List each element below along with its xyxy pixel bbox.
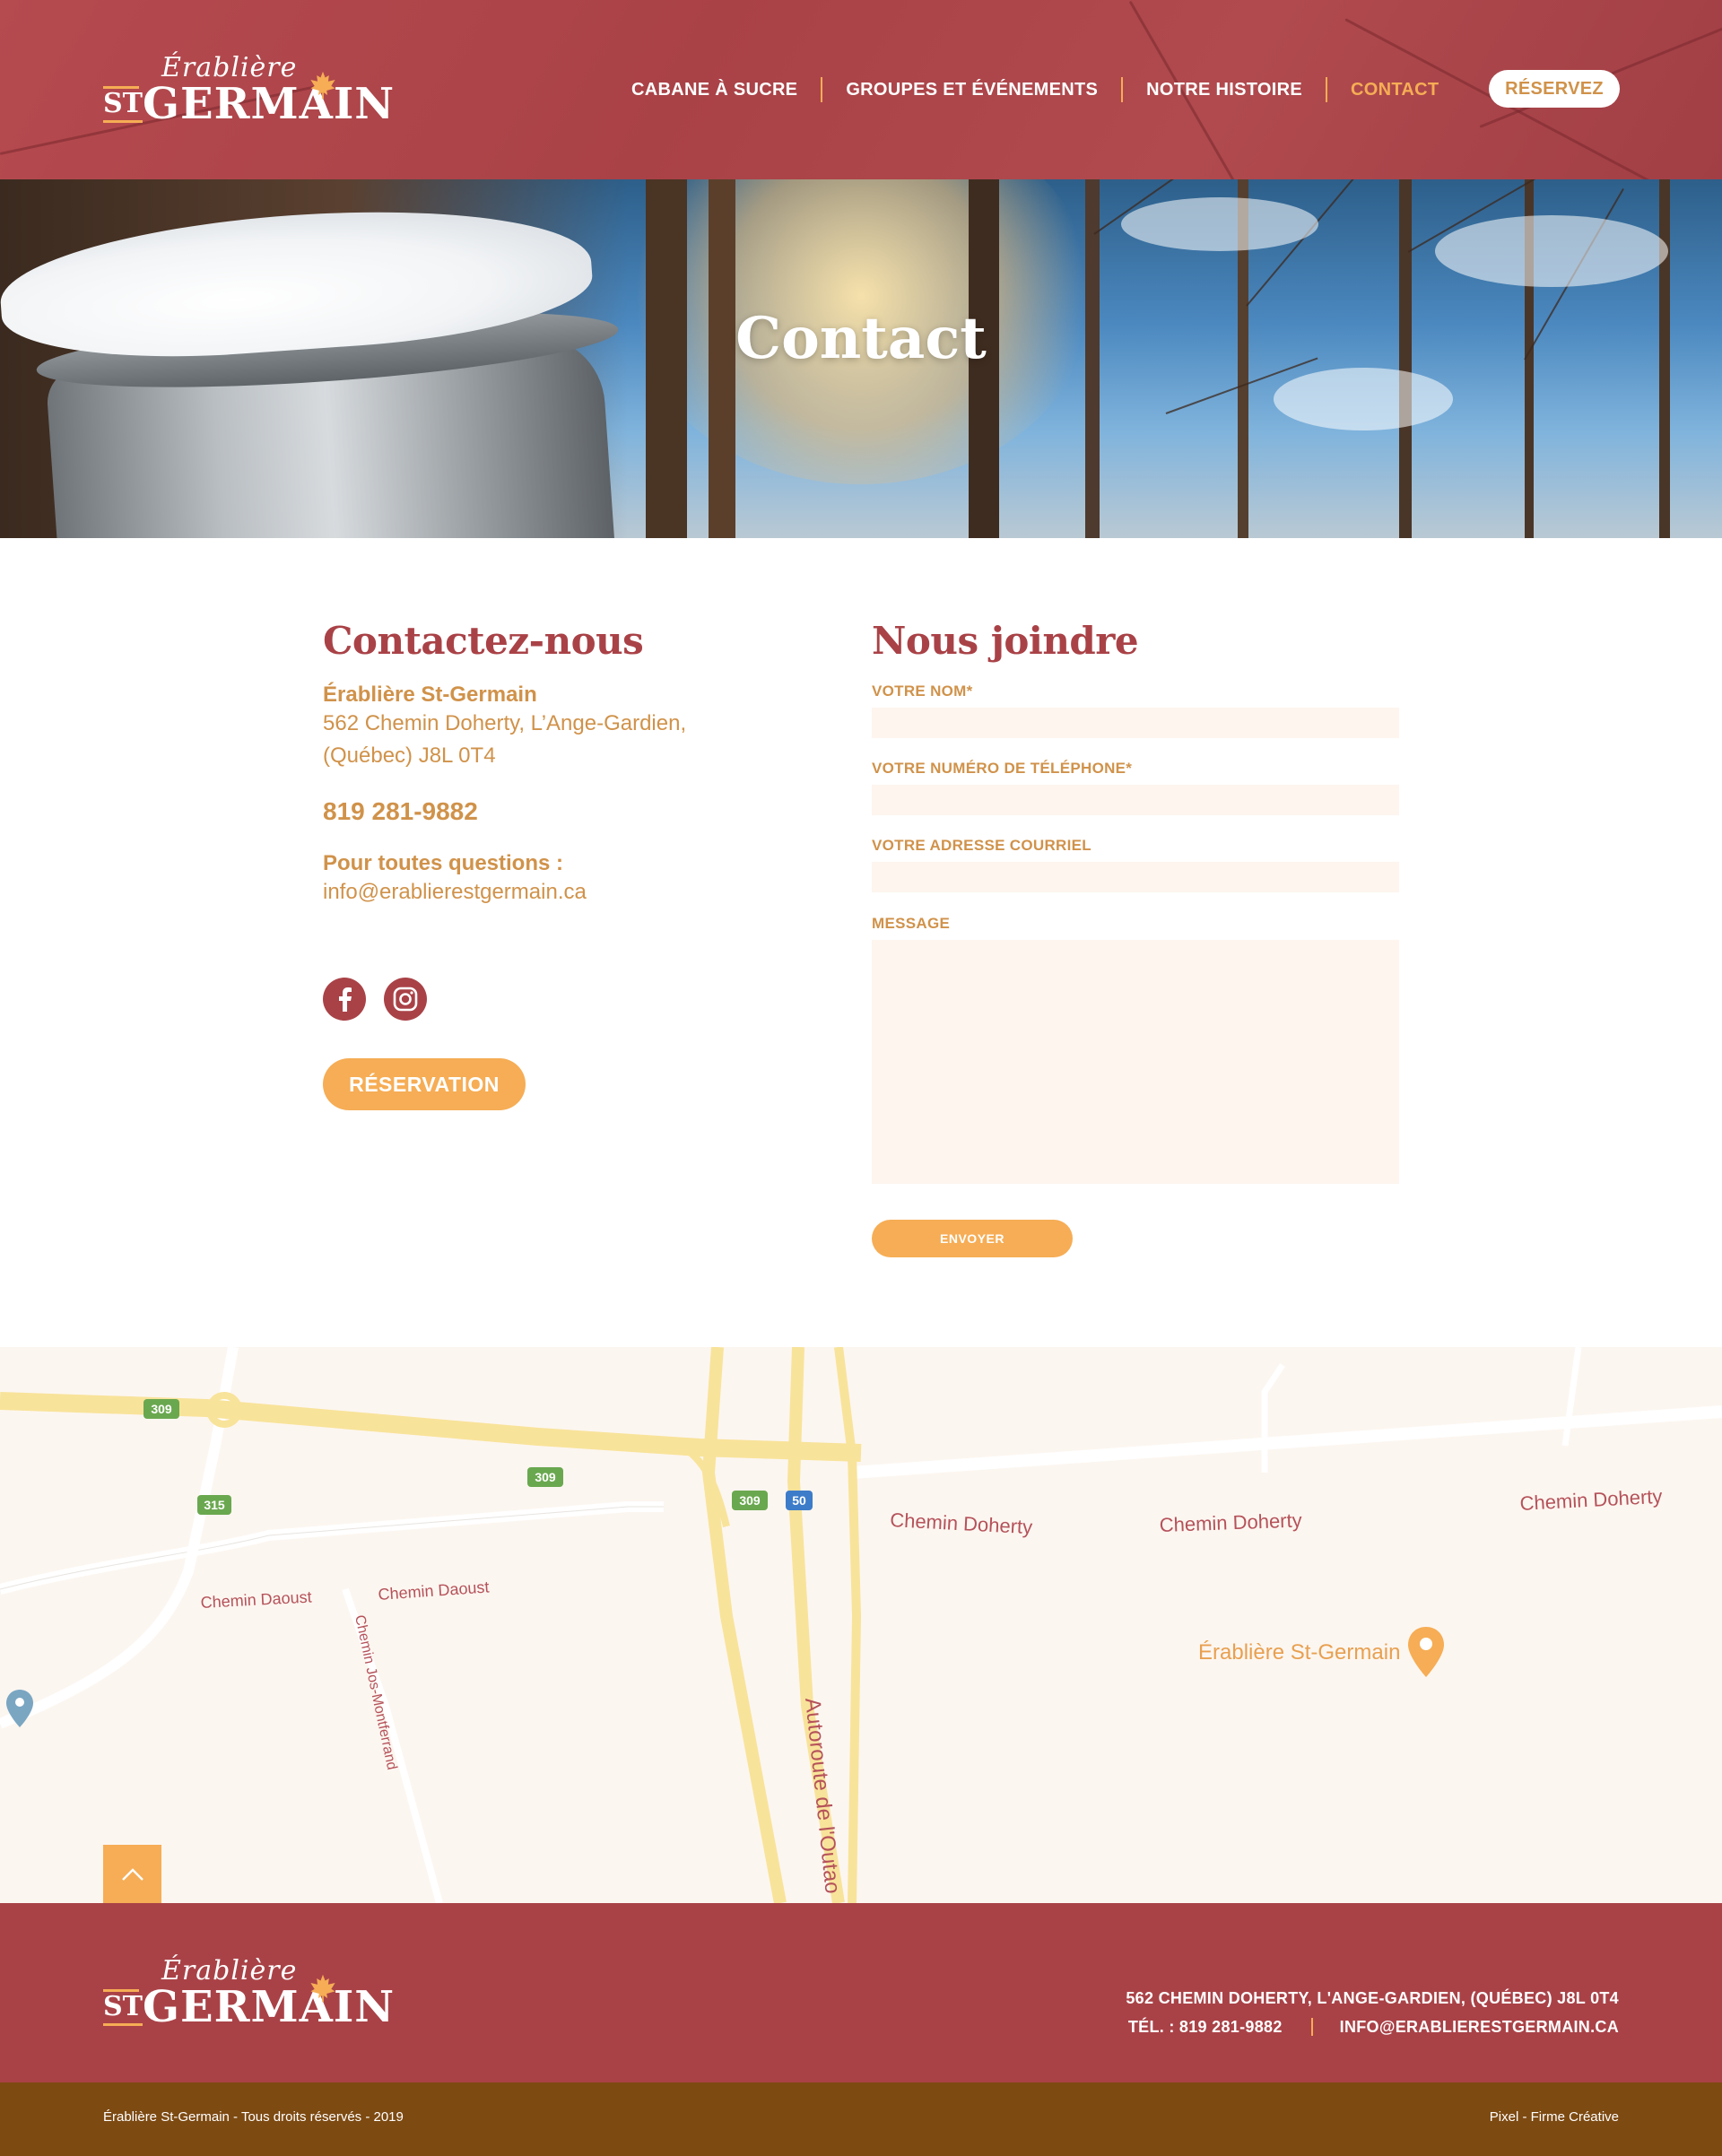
chevron-up-icon: [121, 1867, 144, 1881]
site-logo[interactable]: Érablière ST GERMAIN: [103, 52, 394, 133]
instagram-icon[interactable]: [384, 978, 427, 1021]
location-map[interactable]: 309 309 309 315 50 Chemin Doherty Chemin…: [0, 1347, 1722, 1903]
facebook-icon[interactable]: [323, 978, 366, 1021]
address-line-2: (Québec) J8L 0T4: [323, 743, 496, 768]
contact-form: Nous joindre VOTRE NOM* VOTRE NUMÉRO DE …: [872, 619, 1399, 1187]
company-name: Érablière St-Germain: [323, 682, 537, 707]
nav-separator: [1121, 77, 1124, 102]
footer-separator: [1310, 2018, 1313, 2036]
map-label-autoroute: Autoroute de l'Outao: [800, 1697, 845, 1895]
nav-separator: [821, 77, 823, 102]
route-309-shield: 309: [527, 1467, 563, 1487]
site-footer: Érablière ST GERMAIN 562 CHEMIN DOHERTY,…: [0, 1903, 1722, 2082]
route-315-shield: 315: [197, 1495, 231, 1515]
phone-input[interactable]: [872, 785, 1399, 815]
email-link[interactable]: info@erablierestgermain.ca: [323, 880, 789, 905]
route-309-shield: 309: [144, 1399, 179, 1419]
phone-number[interactable]: 819 281-9882: [323, 797, 789, 826]
footer-address: 562 CHEMIN DOHERTY, L'ANGE-GARDIEN, (QUÉ…: [1126, 1989, 1619, 2007]
map-label-daoust: Chemin Daoust: [200, 1588, 312, 1612]
copyright-text: Érablière St-Germain - Tous droits réser…: [103, 2109, 404, 2125]
map-canvas[interactable]: 309 309 309 315 50 Chemin Doherty Chemin…: [0, 1347, 1722, 1903]
map-pin-icon[interactable]: [1408, 1627, 1444, 1677]
svg-text:309: 309: [151, 1402, 172, 1416]
email-label: VOTRE ADRESSE COURRIEL: [872, 837, 1091, 854]
footer-phone[interactable]: TÉL. : 819 281-9882: [1128, 2013, 1283, 2041]
map-label-montferrand: Chemin Jos-Montferrand: [352, 1613, 399, 1771]
maple-leaf-icon: [310, 1974, 335, 2003]
address-line-1: 562 Chemin Doherty, L’Ange-Gardien,: [323, 711, 687, 735]
svg-text:315: 315: [204, 1498, 225, 1512]
site-header: Érablière ST GERMAIN CABANE À SUCRE GROU…: [0, 0, 1722, 179]
frost: [1274, 368, 1453, 430]
frost: [1121, 197, 1318, 251]
page-title: Contact: [735, 305, 987, 372]
map-label-place: Érablière St-Germain: [1198, 1640, 1400, 1665]
agency-credit-link[interactable]: Pixel - Firme Créative: [1490, 2109, 1619, 2125]
footer-email[interactable]: INFO@ERABLIERESTGERMAIN.CA: [1340, 2013, 1619, 2041]
logo-name-text: GERMAIN: [143, 79, 396, 129]
hero-banner: Contact: [0, 179, 1722, 538]
map-label-doherty: Chemin Doherty: [1159, 1508, 1302, 1536]
main-nav: CABANE À SUCRE GROUPES ET ÉVÉNEMENTS NOT…: [631, 75, 1439, 104]
svg-text:50: 50: [792, 1493, 806, 1508]
logo-name-text: GERMAIN: [143, 1982, 396, 2032]
email-input[interactable]: [872, 862, 1399, 892]
route-309-shield: 309: [732, 1491, 768, 1510]
svg-text:309: 309: [739, 1493, 761, 1508]
name-input[interactable]: [872, 708, 1399, 738]
footer-logo[interactable]: Érablière ST GERMAIN: [103, 1955, 394, 2036]
send-button[interactable]: ENVOYER: [872, 1220, 1073, 1257]
message-textarea[interactable]: [872, 940, 1399, 1184]
message-label: MESSAGE: [872, 915, 951, 932]
footer-contact-info: 562 CHEMIN DOHERTY, L'ANGE-GARDIEN, (QUÉ…: [1126, 1984, 1619, 2041]
logo-st-text: ST: [103, 1993, 143, 2026]
copyright-bar: Érablière St-Germain - Tous droits réser…: [0, 2082, 1722, 2156]
nav-contact[interactable]: CONTACT: [1351, 80, 1439, 100]
reservation-button[interactable]: RÉSERVATION: [323, 1058, 526, 1110]
questions-label: Pour toutes questions :: [323, 851, 564, 875]
svg-text:309: 309: [535, 1470, 556, 1484]
name-label: VOTRE NOM*: [872, 682, 973, 700]
frost: [1435, 215, 1668, 287]
autoroute-50-shield: 50: [786, 1491, 813, 1510]
form-heading: Nous joindre: [872, 619, 1139, 663]
map-label-daoust: Chemin Daoust: [378, 1578, 490, 1604]
map-label-doherty: Chemin Doherty: [1519, 1485, 1663, 1515]
nav-cabane[interactable]: CABANE À SUCRE: [631, 80, 797, 100]
nav-separator: [1325, 77, 1327, 102]
maple-leaf-icon: [310, 71, 335, 100]
nav-histoire[interactable]: NOTRE HISTOIRE: [1146, 80, 1302, 100]
map-label-doherty: Chemin Doherty: [890, 1508, 1033, 1538]
reserve-button[interactable]: RÉSERVEZ: [1489, 70, 1620, 108]
contact-heading: Contactez-nous: [323, 619, 644, 663]
nav-groupes[interactable]: GROUPES ET ÉVÉNEMENTS: [846, 80, 1098, 100]
contact-info: Contactez-nous Érablière St-Germain 562 …: [323, 619, 789, 905]
logo-st-text: ST: [103, 90, 143, 123]
back-to-top-button[interactable]: [103, 1845, 161, 1903]
social-links: [323, 978, 427, 1021]
phone-label: VOTRE NUMÉRO DE TÉLÉPHONE*: [872, 760, 1133, 777]
